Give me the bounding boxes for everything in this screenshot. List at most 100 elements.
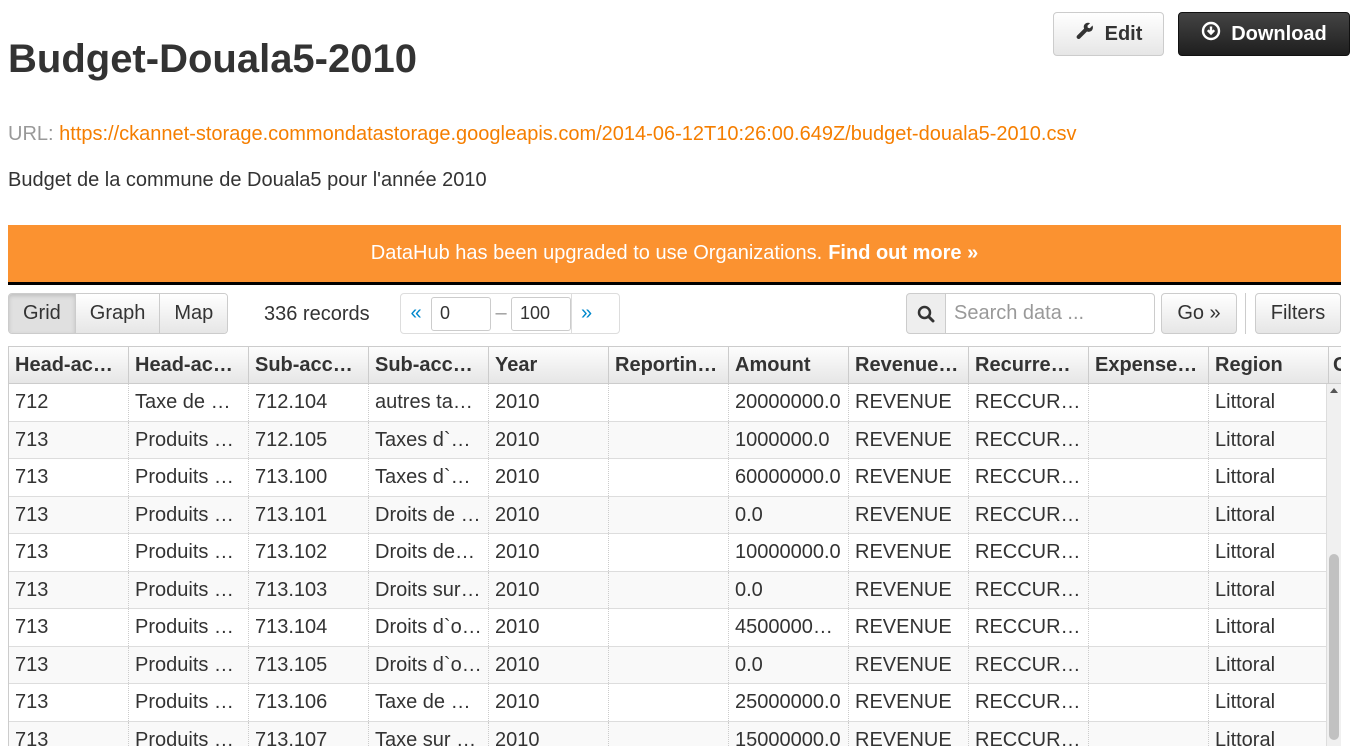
- table-cell[interactable]: [1089, 421, 1209, 458]
- table-cell[interactable]: 713: [9, 684, 129, 721]
- table-cell[interactable]: 2010: [489, 496, 609, 533]
- pager-prev-button[interactable]: «: [401, 302, 431, 325]
- table-cell[interactable]: Littoral: [1209, 571, 1329, 608]
- column-header[interactable]: Sub-acc…: [249, 347, 369, 383]
- table-cell[interactable]: 713: [9, 721, 129, 746]
- table-cell[interactable]: RECCUR…: [969, 609, 1089, 646]
- pager-to-input[interactable]: [511, 296, 571, 331]
- table-cell[interactable]: Littoral: [1209, 496, 1329, 533]
- table-cell[interactable]: 713: [9, 609, 129, 646]
- table-cell[interactable]: REVENUE: [849, 721, 969, 746]
- table-row[interactable]: 713 Produits … 713.104 Droits d`o… 2010 45000…: [9, 609, 1341, 647]
- table-cell[interactable]: Taxe sur …: [369, 721, 489, 746]
- table-cell[interactable]: Produits …: [129, 459, 249, 496]
- column-header[interactable]: C: [1329, 347, 1341, 383]
- table-cell[interactable]: 713.103: [249, 571, 369, 608]
- table-cell[interactable]: 713: [9, 571, 129, 608]
- table-cell[interactable]: REVENUE: [849, 384, 969, 421]
- view-grid-button[interactable]: Grid: [9, 294, 76, 333]
- table-cell[interactable]: 713: [9, 534, 129, 571]
- table-row[interactable]: 712 Taxe de … 712.104 autres ta… 2010 2000000…: [9, 384, 1341, 422]
- table-cell[interactable]: REVENUE: [849, 534, 969, 571]
- table-cell[interactable]: [1089, 609, 1209, 646]
- column-header[interactable]: Expense…: [1089, 347, 1209, 383]
- table-cell[interactable]: Taxe de …: [369, 684, 489, 721]
- table-cell[interactable]: RECCUR…: [969, 571, 1089, 608]
- table-cell[interactable]: 0.0: [729, 496, 849, 533]
- table-row[interactable]: 713 Produits … 713.101 Droits de … 2010 0.0 RE…: [9, 496, 1341, 534]
- table-cell[interactable]: Taxes d`…: [369, 459, 489, 496]
- table-cell[interactable]: [609, 496, 729, 533]
- table-cell[interactable]: Littoral: [1209, 646, 1329, 683]
- table-cell[interactable]: 2010: [489, 384, 609, 421]
- table-cell[interactable]: REVENUE: [849, 609, 969, 646]
- table-row[interactable]: 713 Produits … 713.107 Taxe sur … 2010 150000…: [9, 721, 1341, 746]
- view-graph-button[interactable]: Graph: [75, 294, 161, 333]
- table-cell[interactable]: RECCUR…: [969, 496, 1089, 533]
- table-cell[interactable]: RECCUR…: [969, 421, 1089, 458]
- table-row[interactable]: 713 Produits … 713.106 Taxe de … 2010 2500000…: [9, 684, 1341, 722]
- column-header[interactable]: Amount: [729, 347, 849, 383]
- table-cell[interactable]: [1089, 721, 1209, 746]
- table-cell[interactable]: Taxes d`…: [369, 421, 489, 458]
- table-cell[interactable]: 713.107: [249, 721, 369, 746]
- table-cell[interactable]: 0.0: [729, 571, 849, 608]
- table-cell[interactable]: REVENUE: [849, 684, 969, 721]
- column-header[interactable]: Head-ac…: [129, 347, 249, 383]
- table-cell[interactable]: [1089, 534, 1209, 571]
- table-cell[interactable]: [609, 721, 729, 746]
- table-cell[interactable]: 0.0: [729, 646, 849, 683]
- scroll-thumb[interactable]: [1329, 554, 1339, 740]
- search-input[interactable]: [946, 293, 1155, 334]
- table-cell[interactable]: 712.105: [249, 421, 369, 458]
- table-cell[interactable]: 713.105: [249, 646, 369, 683]
- table-cell[interactable]: Littoral: [1209, 459, 1329, 496]
- table-cell[interactable]: 25000000.0: [729, 684, 849, 721]
- table-row[interactable]: 713 Produits … 713.100 Taxes d`… 2010 6000000…: [9, 459, 1341, 497]
- table-cell[interactable]: 2010: [489, 721, 609, 746]
- grid-scrollbar[interactable]: [1326, 384, 1341, 746]
- table-cell[interactable]: [609, 609, 729, 646]
- table-cell[interactable]: 20000000.0: [729, 384, 849, 421]
- column-header[interactable]: Year: [489, 347, 609, 383]
- pager-from-input[interactable]: [431, 296, 491, 331]
- table-cell[interactable]: [1089, 646, 1209, 683]
- table-cell[interactable]: 713.106: [249, 684, 369, 721]
- table-cell[interactable]: 15000000.0: [729, 721, 849, 746]
- table-cell[interactable]: [609, 684, 729, 721]
- table-cell[interactable]: Droits d`o…: [369, 609, 489, 646]
- table-cell[interactable]: 2010: [489, 459, 609, 496]
- table-cell[interactable]: Droits sur…: [369, 571, 489, 608]
- table-cell[interactable]: 2010: [489, 534, 609, 571]
- table-cell[interactable]: [609, 384, 729, 421]
- table-cell[interactable]: 4500000…: [729, 609, 849, 646]
- table-cell[interactable]: [609, 646, 729, 683]
- table-cell[interactable]: REVENUE: [849, 496, 969, 533]
- table-cell[interactable]: [1089, 459, 1209, 496]
- table-cell[interactable]: [609, 421, 729, 458]
- table-cell[interactable]: Littoral: [1209, 721, 1329, 746]
- table-cell[interactable]: Produits …: [129, 684, 249, 721]
- table-cell[interactable]: Littoral: [1209, 684, 1329, 721]
- column-header[interactable]: Sub-acc…: [369, 347, 489, 383]
- table-cell[interactable]: Taxe de …: [129, 384, 249, 421]
- table-cell[interactable]: 2010: [489, 421, 609, 458]
- table-cell[interactable]: 713: [9, 421, 129, 458]
- table-cell[interactable]: 60000000.0: [729, 459, 849, 496]
- table-cell[interactable]: Littoral: [1209, 384, 1329, 421]
- table-cell[interactable]: [1089, 684, 1209, 721]
- table-cell[interactable]: REVENUE: [849, 571, 969, 608]
- table-row[interactable]: 713 Produits … 713.103 Droits sur… 2010 0.0 RE…: [9, 571, 1341, 609]
- table-cell[interactable]: 1000000.0: [729, 421, 849, 458]
- filters-button[interactable]: Filters: [1255, 293, 1341, 334]
- table-cell[interactable]: Produits …: [129, 721, 249, 746]
- table-cell[interactable]: Droits de …: [369, 496, 489, 533]
- table-cell[interactable]: RECCUR…: [969, 459, 1089, 496]
- table-cell[interactable]: Produits …: [129, 646, 249, 683]
- edit-button[interactable]: Edit: [1053, 12, 1164, 56]
- table-row[interactable]: 713 Produits … 712.105 Taxes d`… 2010 1000000…: [9, 421, 1341, 459]
- table-cell[interactable]: Droits d`o…: [369, 646, 489, 683]
- column-header[interactable]: Reportin…: [609, 347, 729, 383]
- pager-next-button[interactable]: »: [571, 294, 601, 333]
- table-cell[interactable]: Produits …: [129, 496, 249, 533]
